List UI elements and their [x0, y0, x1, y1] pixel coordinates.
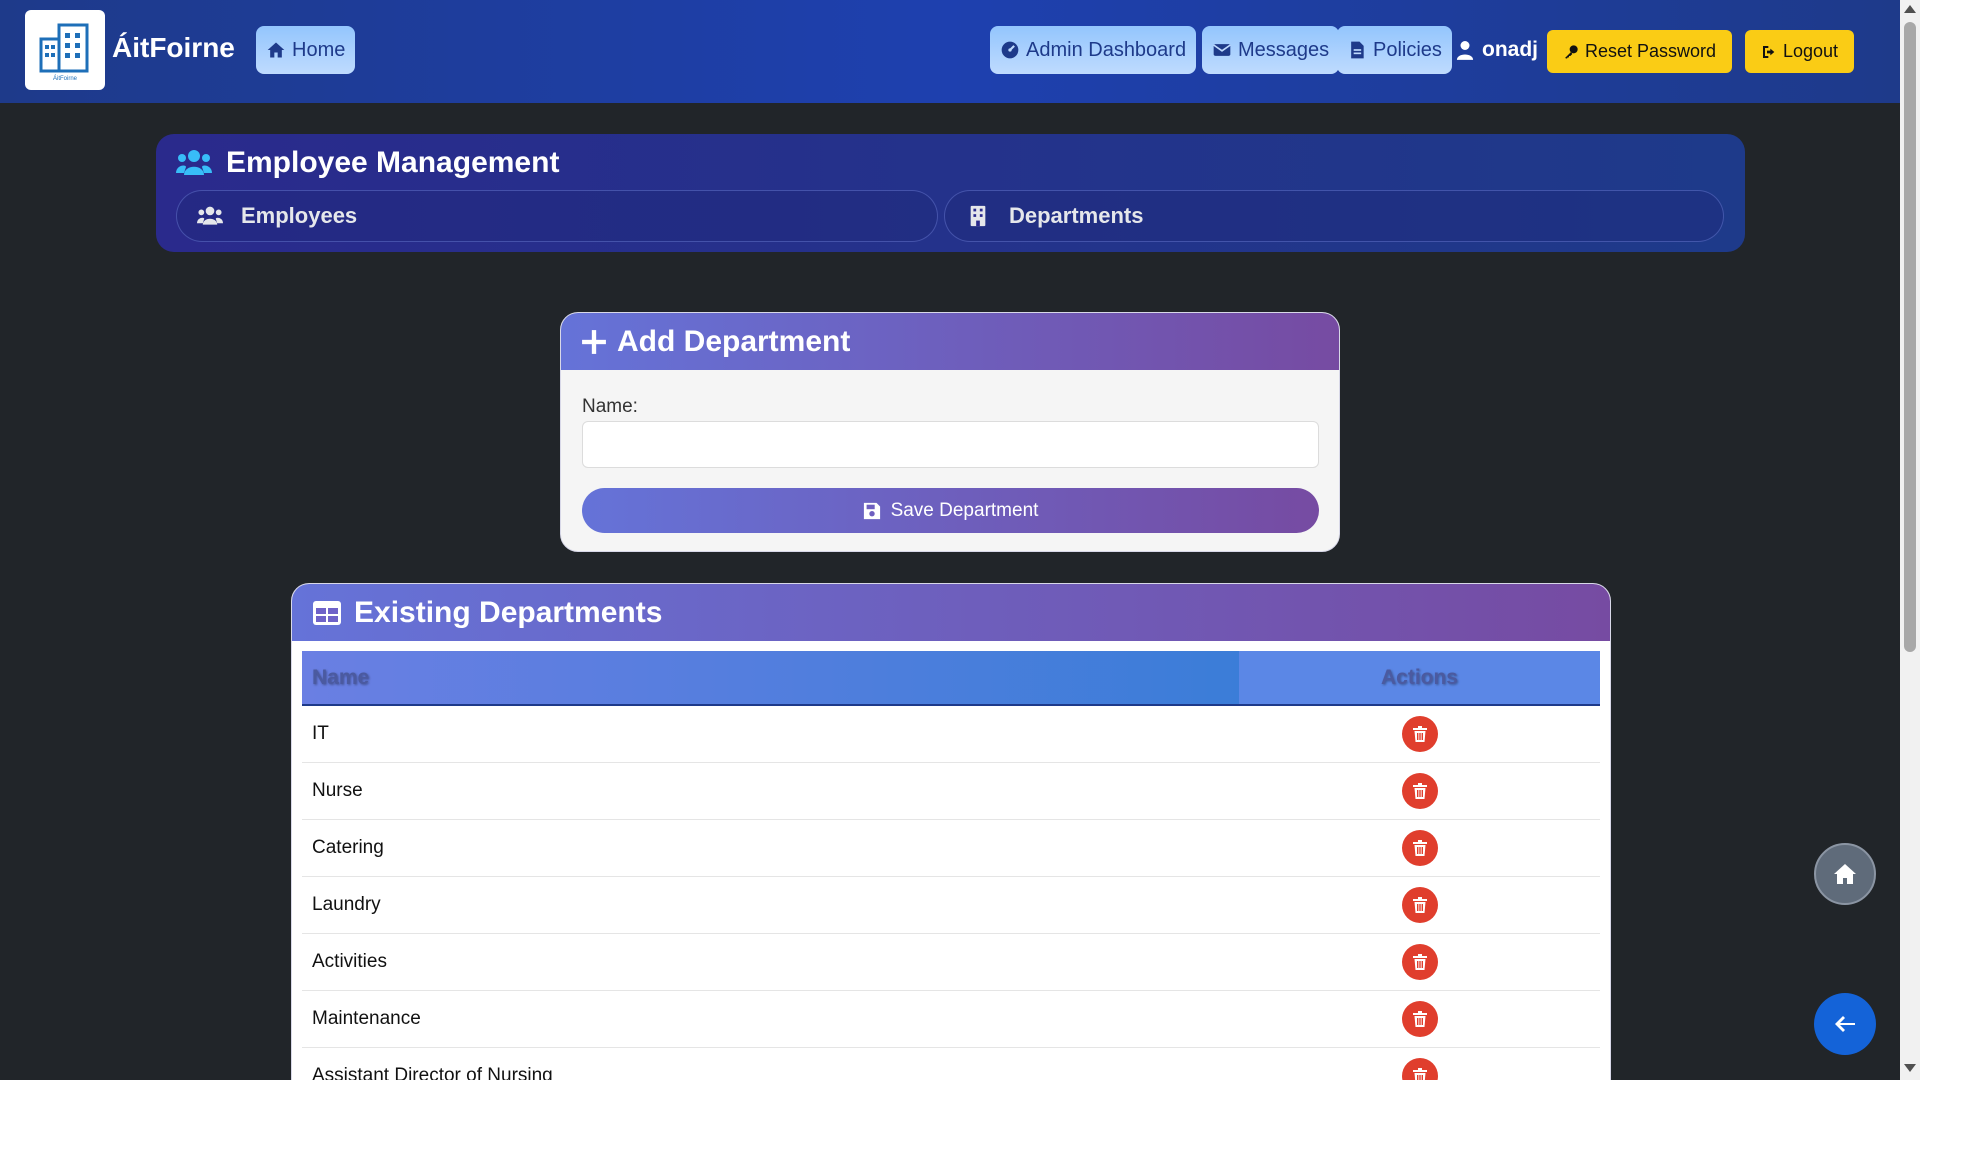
key-icon	[1565, 44, 1578, 59]
logout-label: Logout	[1783, 41, 1839, 61]
existing-departments-header: Existing Departments	[292, 584, 1610, 641]
building-icon	[970, 205, 986, 227]
plus-icon	[582, 329, 606, 354]
tab-departments-label: Departments	[1009, 203, 1144, 228]
app-viewport: ÁitFoirne ÁitFoirne Home Admin Dashboard…	[0, 0, 1920, 1080]
home-nav-label: Home	[292, 38, 346, 61]
scroll-down-arrow-icon[interactable]	[1904, 1064, 1916, 1072]
username-label: onadj	[1482, 38, 1538, 61]
table-row: IT	[302, 706, 1600, 763]
departments-table: Name Actions IT Nurse Catering Laundry Activ…	[302, 651, 1600, 1080]
department-name-input[interactable]	[582, 421, 1319, 468]
floppy-disk-icon	[863, 502, 880, 519]
delete-department-button[interactable]	[1401, 1001, 1438, 1037]
user-icon	[1456, 41, 1474, 60]
delete-department-button[interactable]	[1401, 887, 1438, 923]
existing-departments-card: Existing Departments Name Actions IT Nurs…	[291, 583, 1611, 1080]
actions-cell	[1239, 1058, 1600, 1080]
messages-nav-button[interactable]: Messages	[1202, 26, 1340, 74]
floating-back-button[interactable]	[1814, 993, 1876, 1055]
current-user[interactable]: onadj	[1456, 38, 1538, 62]
actions-cell	[1239, 830, 1600, 866]
column-header-name[interactable]: Name	[302, 651, 1239, 704]
trash-icon	[1412, 783, 1427, 799]
delete-department-button[interactable]	[1401, 1058, 1438, 1080]
table-row: Activities	[302, 934, 1600, 991]
logo-caption: ÁitFoirne	[53, 75, 78, 82]
admin-dashboard-label: Admin Dashboard	[1026, 38, 1187, 61]
scroll-up-arrow-icon[interactable]	[1904, 5, 1916, 13]
employee-management-label: Employee Management	[226, 146, 560, 179]
table-header-row: Name Actions	[302, 651, 1600, 706]
department-name-cell: Nurse	[312, 780, 363, 801]
delete-department-button[interactable]	[1401, 830, 1438, 866]
actions-cell	[1239, 773, 1600, 809]
sign-out-icon	[1763, 45, 1775, 58]
home-nav-button[interactable]: Home	[256, 26, 356, 74]
building-logo-icon: ÁitFoirne	[39, 23, 89, 82]
table-icon	[313, 600, 341, 625]
department-name-cell: Laundry	[312, 894, 381, 915]
column-header-actions: Actions	[1239, 651, 1600, 704]
table-body: IT Nurse Catering Laundry Activities Maintena…	[302, 706, 1600, 1080]
brand-name[interactable]: ÁitFoirne	[112, 32, 235, 64]
table-row: Nurse	[302, 763, 1600, 820]
trash-icon	[1412, 726, 1427, 742]
users-icon	[197, 206, 223, 225]
home-icon	[1834, 864, 1856, 884]
tab-departments[interactable]: Departments	[944, 190, 1724, 242]
name-field-label: Name:	[582, 396, 638, 417]
delete-department-button[interactable]	[1401, 773, 1438, 809]
home-icon	[267, 42, 285, 58]
department-name-cell: Maintenance	[312, 1008, 421, 1029]
logout-button[interactable]: Logout	[1745, 30, 1855, 73]
envelope-icon	[1213, 44, 1231, 56]
page-scrollbar[interactable]	[1900, 0, 1920, 1080]
add-department-card: Add Department Name: Save Department	[560, 312, 1340, 552]
table-row: Catering	[302, 820, 1600, 877]
actions-cell	[1239, 944, 1600, 980]
arrow-left-icon	[1835, 1016, 1855, 1032]
floating-home-button[interactable]	[1814, 843, 1876, 905]
trash-icon	[1412, 1068, 1427, 1080]
top-navbar: ÁitFoirne ÁitFoirne Home Admin Dashboard…	[0, 0, 1900, 103]
delete-department-button[interactable]	[1401, 944, 1438, 980]
department-name-cell: Activities	[312, 951, 387, 972]
tab-employees[interactable]: Employees	[176, 190, 938, 242]
tab-employees-label: Employees	[241, 203, 358, 228]
reset-password-button[interactable]: Reset Password	[1547, 30, 1733, 73]
department-name-cell: IT	[312, 723, 329, 744]
delete-department-button[interactable]	[1401, 716, 1438, 752]
messages-label: Messages	[1238, 38, 1330, 61]
actions-cell	[1239, 1001, 1600, 1037]
add-department-title: Add Department	[617, 324, 851, 358]
scrollbar-thumb[interactable]	[1904, 22, 1916, 652]
users-icon	[176, 150, 212, 175]
employee-management-panel: Employee Management Employees Department…	[156, 134, 1745, 252]
add-department-header: Add Department	[561, 313, 1339, 370]
save-department-button[interactable]: Save Department	[582, 488, 1319, 533]
trash-icon	[1412, 897, 1427, 913]
department-name-cell: Assistant Director of Nursing	[312, 1065, 553, 1080]
table-row: Laundry	[302, 877, 1600, 934]
trash-icon	[1412, 840, 1427, 856]
reset-password-label: Reset Password	[1585, 41, 1717, 61]
trash-icon	[1412, 1011, 1427, 1027]
admin-dashboard-nav-button[interactable]: Admin Dashboard	[990, 26, 1197, 74]
policies-label: Policies	[1373, 38, 1442, 61]
trash-icon	[1412, 954, 1427, 970]
save-department-label: Save Department	[890, 499, 1039, 521]
employee-management-title: Employee Management	[176, 146, 559, 180]
table-row: Assistant Director of Nursing	[302, 1048, 1600, 1080]
actions-cell	[1239, 716, 1600, 752]
app-logo[interactable]: ÁitFoirne	[25, 10, 105, 90]
existing-departments-title: Existing Departments	[354, 595, 663, 629]
actions-cell	[1239, 887, 1600, 923]
department-name-cell: Catering	[312, 837, 384, 858]
document-icon	[1351, 41, 1364, 59]
gauge-icon	[1001, 41, 1019, 59]
policies-nav-button[interactable]: Policies	[1337, 26, 1452, 74]
table-row: Maintenance	[302, 991, 1600, 1048]
